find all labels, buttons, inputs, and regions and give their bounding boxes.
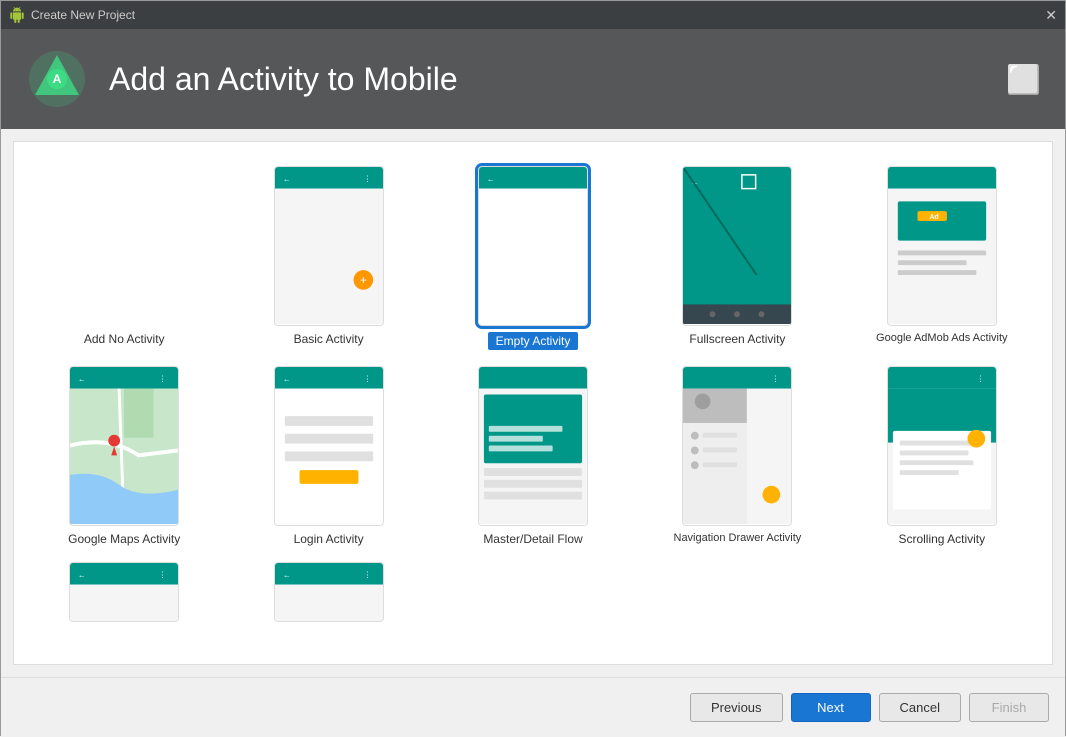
activity-item-empty[interactable]: ← Empty Activity	[431, 158, 635, 358]
activity-label-maps: Google Maps Activity	[68, 532, 180, 546]
svg-text:Ad: Ad	[929, 214, 938, 221]
svg-text:⋮: ⋮	[159, 571, 167, 580]
partial1-thumb: ← ⋮	[69, 562, 179, 622]
activity-label-fullscreen: Fullscreen Activity	[689, 332, 785, 346]
svg-text:←: ←	[282, 571, 290, 580]
login-activity-thumb: ← ⋮	[274, 366, 384, 526]
svg-text:+: +	[360, 274, 367, 287]
activity-label-scrolling: Scrolling Activity	[898, 532, 985, 546]
activity-item-scrolling[interactable]: ⋮ Scrolling Activity	[840, 358, 1044, 554]
admob-activity-thumb: Ad	[887, 166, 997, 326]
next-button[interactable]: Next	[791, 693, 871, 722]
cancel-button[interactable]: Cancel	[879, 693, 961, 722]
svg-text:←: ←	[282, 375, 290, 384]
scrolling-activity-thumb: ⋮	[887, 366, 997, 526]
activity-label-admob: Google AdMob Ads Activity	[876, 332, 1007, 344]
svg-text:⋮: ⋮	[363, 375, 371, 384]
activity-label-no-activity: Add No Activity	[84, 332, 165, 346]
svg-text:⋮: ⋮	[159, 375, 167, 384]
header-icons: ⬜	[1006, 63, 1041, 96]
activity-item-nav-drawer[interactable]: ⋮	[635, 358, 839, 554]
svg-text:←: ←	[487, 175, 495, 184]
title-bar: Create New Project ✕	[1, 1, 1065, 29]
master-detail-thumb	[478, 366, 588, 526]
svg-text:←: ←	[78, 375, 86, 384]
activity-label-nav-drawer: Navigation Drawer Activity	[674, 532, 802, 544]
fullscreen-activity-thumb: ←	[682, 166, 792, 326]
close-button[interactable]: ✕	[1045, 8, 1057, 22]
svg-text:⋮: ⋮	[363, 571, 371, 580]
activity-label-empty: Empty Activity	[488, 332, 579, 350]
header-logo: A	[25, 47, 89, 111]
activity-item-partial1[interactable]: ← ⋮	[22, 554, 226, 630]
activity-item-maps[interactable]: ← ⋮ Google Maps Activity	[22, 358, 226, 554]
svg-text:⋮: ⋮	[363, 175, 371, 184]
header-title: Add an Activity to Mobile	[109, 61, 458, 98]
basic-activity-thumb: ← ⋮ +	[274, 166, 384, 326]
empty-activity-thumb: ←	[478, 166, 588, 326]
activity-label-login: Login Activity	[294, 532, 364, 546]
nav-drawer-thumb: ⋮	[682, 366, 792, 526]
finish-button[interactable]: Finish	[969, 693, 1049, 722]
no-activity-thumb	[69, 166, 179, 326]
activity-item-partial2[interactable]: ← ⋮	[226, 554, 430, 630]
activity-item-basic[interactable]: ← ⋮ + Basic Activity	[226, 158, 430, 358]
svg-text:←: ←	[78, 571, 86, 580]
footer: Previous Next Cancel Finish	[1, 677, 1065, 737]
svg-text:A: A	[53, 72, 62, 86]
activity-item-fullscreen[interactable]: ← Fullscreen Activity	[635, 158, 839, 358]
maps-activity-thumb: ← ⋮	[69, 366, 179, 526]
activity-item-admob[interactable]: Ad Google AdMob Ads Activity	[840, 158, 1044, 358]
activity-item-master-detail[interactable]: Master/Detail Flow	[431, 358, 635, 554]
partial2-thumb: ← ⋮	[274, 562, 384, 622]
title-bar-left: Create New Project	[9, 7, 135, 23]
previous-button[interactable]: Previous	[690, 693, 783, 722]
title-bar-text: Create New Project	[31, 8, 135, 22]
activity-item-login[interactable]: ← ⋮ Login Activity	[226, 358, 430, 554]
activity-grid-container: Add No Activity ← ⋮ + Basic Activity	[13, 141, 1053, 665]
svg-text:⋮: ⋮	[772, 375, 780, 384]
svg-text:⋮: ⋮	[976, 375, 984, 384]
activity-label-master-detail: Master/Detail Flow	[483, 532, 582, 546]
header: A Add an Activity to Mobile ⬜	[1, 29, 1065, 129]
activity-item-no-activity[interactable]: Add No Activity	[22, 158, 226, 358]
device-icon: ⬜	[1006, 63, 1041, 96]
android-icon	[9, 7, 25, 23]
activity-label-basic: Basic Activity	[294, 332, 364, 346]
svg-text:←: ←	[282, 175, 290, 184]
activity-grid: Add No Activity ← ⋮ + Basic Activity	[14, 142, 1052, 646]
